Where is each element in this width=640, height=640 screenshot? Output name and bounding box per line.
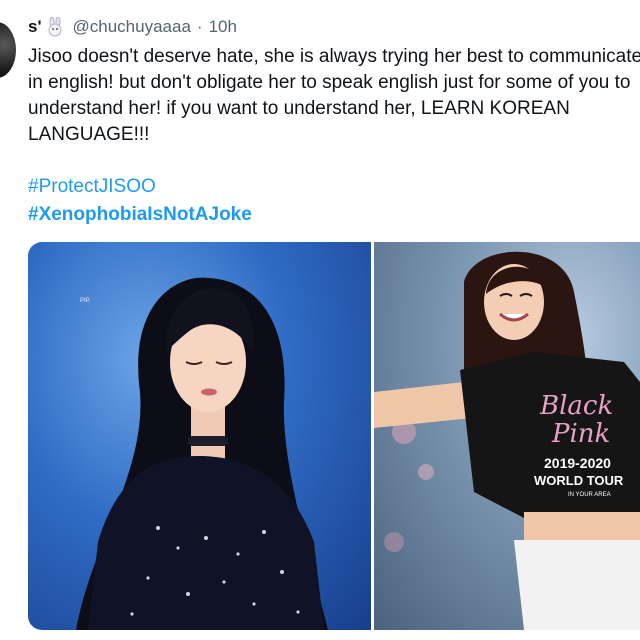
concert-illustration: Black Pink 2019-2020 WORLD TOUR IN YOUR …	[374, 251, 640, 630]
hashtag-xenophobia[interactable]: #XenophobiaIsNotAJoke	[28, 204, 252, 226]
shirt-text-line: Pink	[551, 419, 610, 449]
shirt-text-line: 2019-2020	[544, 455, 611, 471]
shirt-text-line: IN YOUR AREA	[568, 492, 611, 498]
separator-dot: ·	[196, 17, 203, 36]
tweet-text-line: Jisoo doesn't deserve hate, she is alway…	[28, 46, 640, 67]
rabbit-icon	[45, 17, 65, 37]
avatar[interactable]	[0, 22, 16, 78]
shirt-text-line: Black	[539, 391, 613, 421]
timestamp[interactable]: 10h	[209, 17, 237, 37]
hashtag-protectjisoo[interactable]: #ProtectJISOO	[28, 176, 156, 198]
user-handle[interactable]: @chuchuyaaaa	[73, 17, 191, 37]
photo-left[interactable]: PIP.	[28, 242, 372, 630]
tweet-text-line: understand her! if you want to understan…	[28, 98, 570, 119]
display-name[interactable]: s'	[28, 17, 42, 37]
shirt-text-line: WORLD TOUR	[534, 473, 624, 488]
tweet-header: s' @chuchuyaaaa · 10h	[28, 14, 237, 40]
tweet-text-line: LANGUAGE!!!	[28, 124, 150, 145]
photo-right[interactable]: Black Pink 2019-2020 WORLD TOUR IN YOUR …	[374, 242, 640, 630]
photo-watermark: PIP.	[80, 298, 91, 304]
tweet-text: Jisoo doesn't deserve hate, she is alway…	[28, 44, 640, 148]
tweet-media[interactable]: PIP. Black Pink 2019-2020 WORLD TOUR IN …	[28, 242, 640, 630]
tweet-text-line: in english! but don't obligate her to sp…	[28, 72, 631, 93]
